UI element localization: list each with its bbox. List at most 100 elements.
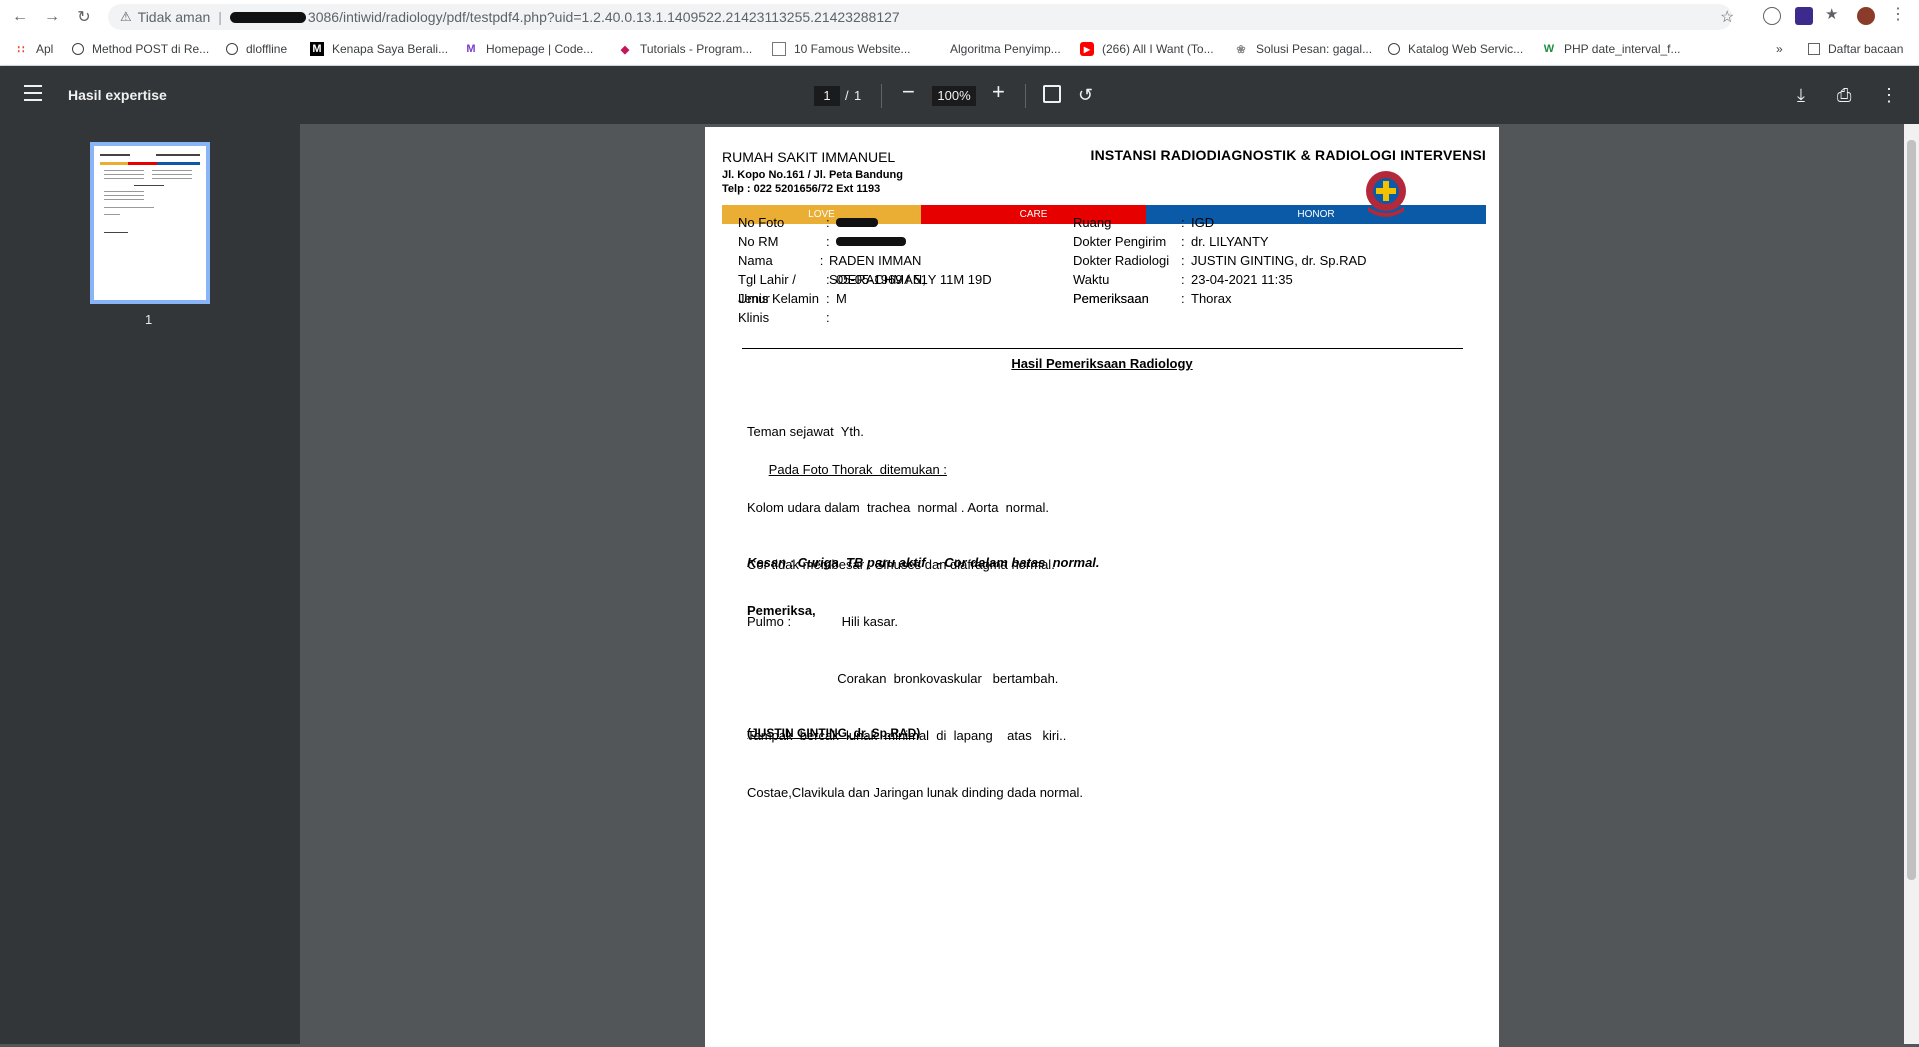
url-text: 3086/intiwid/radiology/pdf/testpdf4.php?…: [307, 9, 900, 25]
w3schools-icon: W: [1543, 43, 1555, 55]
phone-line: Telp : 022 5201656/72 Ext 1193: [722, 183, 881, 195]
toolbar-divider: [1025, 84, 1026, 108]
extension-badge-icon[interactable]: [1795, 7, 1813, 25]
bookmark-item[interactable]: 10 Famous Website...: [772, 42, 911, 56]
globe-icon: [1388, 43, 1400, 55]
page-thumbnail[interactable]: [90, 142, 210, 304]
conclusion: Kesan : Curiga TB paru aktif - Cor dalam…: [747, 555, 1100, 570]
scrollbar[interactable]: [1904, 124, 1919, 1044]
globe-icon: [226, 43, 238, 55]
bookmark-item[interactable]: M Kenapa Saya Berali...: [310, 42, 448, 56]
reload-icon[interactable]: ↻: [72, 5, 96, 29]
bookmark-item[interactable]: W PHP date_interval_f...: [1542, 42, 1681, 56]
bookmark-apps[interactable]: ∷ Apl: [14, 42, 54, 56]
reading-list-label: Daftar bacaan: [1828, 42, 1904, 56]
address-bar[interactable]: ⚠ Tidak aman | 3086/intiwid/radiology/pd…: [108, 4, 1732, 30]
browser-toolbar: ← → ↻ ⚠ Tidak aman | 3086/intiwid/radiol…: [0, 0, 1919, 34]
finding-line: Costae,Clavikula dan Jaringan lunak dind…: [747, 785, 1084, 800]
zoom-in-icon[interactable]: +: [992, 80, 1005, 104]
bookmark-item[interactable]: ❀ Solusi Pesan: gagal...: [1234, 42, 1372, 56]
omnibox-separator: |: [218, 9, 222, 25]
redacted-host: [229, 11, 306, 23]
back-arrow-icon[interactable]: ←: [8, 5, 32, 29]
kebab-menu-icon[interactable]: ⋮: [1889, 4, 1907, 23]
field-jenis-kelamin: Jenis Kelamin : M: [738, 291, 847, 306]
field-dokter-radiologi: Dokter Radiologi : JUSTIN GINTING, dr. S…: [1073, 253, 1367, 268]
bookmarks-overflow-button[interactable]: »: [1776, 42, 1783, 56]
reading-list-button[interactable]: Daftar bacaan: [1808, 42, 1903, 56]
address-line: Jl. Kopo No.161 / Jl. Peta Bandung: [722, 169, 903, 181]
bookmark-item[interactable]: ◆ Tutorials - Program...: [618, 42, 752, 56]
field-pemeriksaan: Pemeriksaan : Thorax: [1073, 291, 1232, 306]
warning-icon: ⚠: [120, 9, 132, 24]
field-klinis: Klinis :: [738, 310, 830, 325]
codementor-icon: M: [466, 43, 476, 55]
divider-line: [742, 348, 1463, 349]
pdf-title: Hasil expertise: [68, 87, 167, 103]
institution-title: INSTANSI RADIODIAGNOSTIK & RADIOLOGI INT…: [1090, 147, 1486, 163]
field-waktu-pemeriksaan: Waktu Pemeriksaan : 23-04-2021 11:35: [1073, 272, 1293, 306]
more-options-icon[interactable]: ⋮: [1880, 83, 1898, 107]
bookmark-item[interactable]: Method POST di Re...: [72, 42, 209, 56]
signer-name: (JUSTIN GINTING, dr. Sp.RAD): [747, 726, 921, 740]
gem-icon: ◆: [620, 43, 630, 56]
zoom-out-icon[interactable]: −: [902, 80, 915, 104]
result-title: Hasil Pemeriksaan Radiology: [1011, 356, 1193, 371]
patient-info-left: No Foto : No RM : Nama : RADEN IMMAN SOE…: [738, 213, 1008, 327]
bookmarks-bar: ∷ Apl Method POST di Re... dloffline M K…: [0, 34, 1919, 66]
rotate-icon[interactable]: ↺: [1078, 83, 1093, 107]
hamburger-menu-icon[interactable]: [24, 85, 42, 105]
scrollbar-thumb[interactable]: [1907, 140, 1916, 880]
redacted-value: [836, 218, 878, 227]
puzzle-icon[interactable]: ★: [1825, 5, 1843, 23]
page-total: 1: [854, 88, 862, 103]
page-number-input[interactable]: 1: [814, 86, 840, 106]
fit-page-icon[interactable]: [1043, 85, 1061, 103]
globe-icon: [72, 43, 84, 55]
calendar-icon: [772, 42, 786, 56]
field-tgl-lahir: Tgl Lahir / Umur : 05-05-1969 / 51Y 11M …: [738, 272, 992, 306]
apps-grid-icon: ∷: [17, 43, 25, 56]
forward-arrow-icon[interactable]: →: [40, 5, 64, 29]
redacted-value: [836, 237, 906, 246]
field-dokter-pengirim: Dokter Pengirim : dr. LILYANTY: [1073, 234, 1269, 249]
youtube-icon: ▶: [1080, 42, 1094, 56]
field-no-foto: No Foto :: [738, 213, 1008, 232]
security-label: Tidak aman: [137, 9, 211, 25]
bookmark-label: Solusi Pesan: gagal...: [1256, 42, 1373, 56]
download-icon[interactable]: ⤓: [1797, 83, 1805, 107]
bookmark-label: 10 Famous Website...: [794, 42, 911, 56]
bookmark-label: Homepage | Code...: [486, 42, 594, 56]
zoom-level-input[interactable]: 100%: [932, 86, 976, 106]
leaf-icon: ❀: [1236, 43, 1246, 56]
medium-icon: M: [310, 42, 324, 56]
bookmark-label: PHP date_interval_f...: [1564, 42, 1681, 56]
bookmark-item[interactable]: dloffline: [226, 42, 287, 56]
field-nama: Nama : RADEN IMMAN SOERACHMAN,: [738, 253, 926, 287]
toolbar-divider: [881, 84, 882, 108]
extension-icon[interactable]: [1763, 7, 1781, 25]
hospital-name: RUMAH SAKIT IMMANUEL: [722, 149, 896, 165]
page-separator: /: [845, 88, 849, 103]
greeting: Teman sejawat Yth.: [747, 424, 864, 439]
bookmark-item[interactable]: Algoritma Penyimp...: [950, 42, 1061, 56]
bookmark-item[interactable]: Katalog Web Servic...: [1388, 42, 1523, 56]
thumbnail-page-number: 1: [145, 312, 153, 327]
finding-line: Kolom udara dalam trachea normal . Aorta…: [747, 500, 1050, 515]
finding-line: Corakan bronkovaskular bertambah.: [747, 671, 1059, 686]
patient-info-right: Ruang : IGD Dokter Pengirim : dr. LILYAN…: [1073, 213, 1493, 308]
bookmark-label: Tutorials - Program...: [640, 42, 753, 56]
bookmark-label: (266) All I Want (To...: [1102, 42, 1214, 56]
examiner-label: Pemeriksa,: [747, 603, 816, 618]
bookmark-label: Katalog Web Servic...: [1408, 42, 1524, 56]
pdf-toolbar: Hasil expertise 1 / 1 − 100% + ↺ ⤓ ⎙ ⋮: [0, 66, 1919, 124]
print-icon[interactable]: ⎙: [1837, 83, 1851, 107]
bookmark-label: dloffline: [246, 42, 288, 56]
bookmark-label: Apl: [36, 42, 54, 56]
bookmark-item[interactable]: ▶ (266) All I Want (To...: [1080, 42, 1214, 56]
bookmark-star-icon[interactable]: ☆: [1720, 7, 1734, 27]
avatar[interactable]: [1857, 7, 1875, 25]
field-no-rm: No RM :: [738, 232, 1008, 251]
document-page: RUMAH SAKIT IMMANUEL Jl. Kopo No.161 / J…: [705, 127, 1499, 1047]
bookmark-item[interactable]: M Homepage | Code...: [464, 42, 593, 56]
